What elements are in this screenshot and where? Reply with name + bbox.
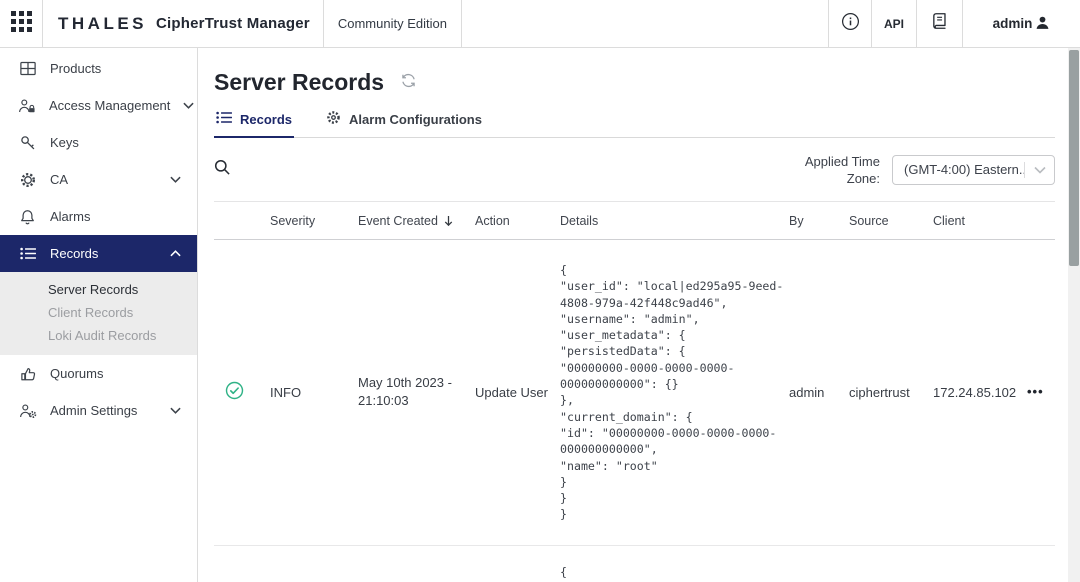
products-icon bbox=[18, 61, 37, 76]
row-actions-menu-button[interactable]: ••• bbox=[1027, 387, 1055, 397]
column-header-action: Action bbox=[475, 214, 560, 228]
status-cell bbox=[214, 381, 270, 403]
tab-bar: Records Alarm Configurations bbox=[214, 105, 1055, 138]
timezone-label: Applied Time Zone: bbox=[794, 153, 880, 187]
refresh-icon bbox=[400, 73, 417, 93]
sidebar-item-label: Records bbox=[50, 246, 157, 261]
sidebar-item-label: Products bbox=[50, 61, 181, 76]
by-cell: admin bbox=[789, 385, 849, 400]
refresh-button[interactable] bbox=[400, 73, 417, 93]
submenu-item-server-records[interactable]: Server Records bbox=[0, 278, 197, 301]
list-icon bbox=[18, 247, 37, 260]
key-icon bbox=[18, 135, 37, 151]
sidebar-item-label: Alarms bbox=[50, 209, 181, 224]
username-label: admin bbox=[993, 16, 1033, 31]
records-submenu: Server Records Client Records Loki Audit… bbox=[0, 272, 197, 355]
user-icon bbox=[1035, 15, 1050, 33]
app-switcher-button[interactable] bbox=[0, 0, 43, 47]
table-row: { "user_id": "local| bbox=[214, 546, 1055, 582]
timezone-select[interactable]: (GMT-4:00) Eastern... bbox=[892, 155, 1055, 185]
waffle-icon bbox=[11, 11, 32, 37]
gear-icon bbox=[326, 110, 341, 128]
column-header-severity: Severity bbox=[270, 214, 358, 228]
chevron-down-icon bbox=[183, 102, 194, 109]
main-content: Server Records Records Alarm Configurati… bbox=[198, 48, 1080, 582]
tab-alarm-configurations[interactable]: Alarm Configurations bbox=[324, 105, 484, 137]
table-toolbar: Applied Time Zone: (GMT-4:00) Eastern... bbox=[214, 138, 1055, 202]
api-button[interactable]: API bbox=[871, 0, 916, 47]
brand-logo[interactable]: THALES CipherTrust Manager bbox=[43, 0, 323, 47]
sidebar-item-admin-settings[interactable]: Admin Settings bbox=[0, 392, 197, 429]
chevron-down-icon bbox=[170, 176, 181, 183]
timezone-value: (GMT-4:00) Eastern... bbox=[893, 162, 1024, 177]
action-cell: Update User bbox=[475, 385, 560, 400]
vertical-scrollbar-track[interactable] bbox=[1068, 48, 1080, 582]
thales-wordmark: THALES bbox=[58, 14, 147, 34]
product-name: CipherTrust Manager bbox=[156, 15, 310, 32]
book-icon bbox=[931, 12, 948, 35]
table-row: INFO May 10th 2023 - 21:10:03 Update Use… bbox=[214, 240, 1055, 546]
tab-label: Alarm Configurations bbox=[349, 112, 482, 127]
sidebar-item-label: Keys bbox=[50, 135, 181, 150]
column-header-event-created[interactable]: Event Created bbox=[358, 214, 475, 228]
search-icon bbox=[214, 159, 231, 181]
sidebar-item-quorums[interactable]: Quorums bbox=[0, 355, 197, 392]
user-lock-icon bbox=[18, 98, 36, 114]
table-header-row: Severity Event Created Action Details By… bbox=[214, 202, 1055, 240]
sidebar-item-label: CA bbox=[50, 172, 157, 187]
certificate-authority-icon bbox=[18, 172, 37, 188]
sidebar-item-ca[interactable]: CA bbox=[0, 161, 197, 198]
column-header-by: By bbox=[789, 214, 849, 228]
sidebar: Products Access Management Keys CA Alarm… bbox=[0, 48, 198, 582]
list-icon bbox=[216, 111, 232, 127]
sidebar-item-alarms[interactable]: Alarms bbox=[0, 198, 197, 235]
bell-icon bbox=[18, 209, 37, 225]
vertical-scrollbar-thumb[interactable] bbox=[1069, 50, 1079, 266]
source-cell: ciphertrust bbox=[849, 385, 933, 400]
page-title: Server Records bbox=[214, 69, 384, 96]
column-header-client: Client bbox=[933, 214, 1027, 228]
edition-label: Community Edition bbox=[323, 0, 462, 47]
client-cell: 172.24.85.102 bbox=[933, 385, 1027, 400]
details-cell: { "user_id": "local|ed295a95-9eed- 4808-… bbox=[560, 262, 789, 523]
sort-descending-icon bbox=[444, 215, 453, 227]
chevron-down-icon bbox=[170, 407, 181, 414]
sidebar-item-products[interactable]: Products bbox=[0, 50, 197, 87]
sidebar-item-label: Access Management bbox=[49, 98, 170, 113]
user-menu[interactable]: admin bbox=[962, 0, 1080, 47]
column-header-label: Event Created bbox=[358, 214, 438, 228]
tab-label: Records bbox=[240, 112, 292, 127]
column-header-source: Source bbox=[849, 214, 933, 228]
sidebar-item-access-management[interactable]: Access Management bbox=[0, 87, 197, 124]
sidebar-item-label: Admin Settings bbox=[50, 403, 157, 418]
info-icon bbox=[841, 12, 860, 36]
sidebar-item-keys[interactable]: Keys bbox=[0, 124, 197, 161]
severity-cell: INFO bbox=[270, 385, 358, 400]
topbar-spacer bbox=[462, 0, 828, 47]
tab-records[interactable]: Records bbox=[214, 105, 294, 137]
submenu-item-loki-audit-records[interactable]: Loki Audit Records bbox=[0, 324, 197, 347]
info-button[interactable] bbox=[828, 0, 871, 47]
event-created-cell: May 10th 2023 - 21:10:03 bbox=[358, 374, 475, 410]
search-button[interactable] bbox=[214, 159, 231, 181]
user-gear-icon bbox=[18, 403, 37, 419]
chevron-up-icon bbox=[170, 250, 181, 257]
chevron-down-icon bbox=[1025, 166, 1054, 174]
documentation-button[interactable] bbox=[916, 0, 962, 47]
submenu-item-client-records[interactable]: Client Records bbox=[0, 301, 197, 324]
top-bar: THALES CipherTrust Manager Community Edi… bbox=[0, 0, 1080, 48]
details-cell: { "user_id": "local| bbox=[560, 564, 789, 582]
sidebar-item-label: Quorums bbox=[50, 366, 181, 381]
success-check-icon bbox=[225, 381, 244, 403]
column-header-details: Details bbox=[560, 214, 789, 228]
sidebar-item-records[interactable]: Records bbox=[0, 235, 197, 272]
thumbs-up-icon bbox=[18, 366, 37, 382]
